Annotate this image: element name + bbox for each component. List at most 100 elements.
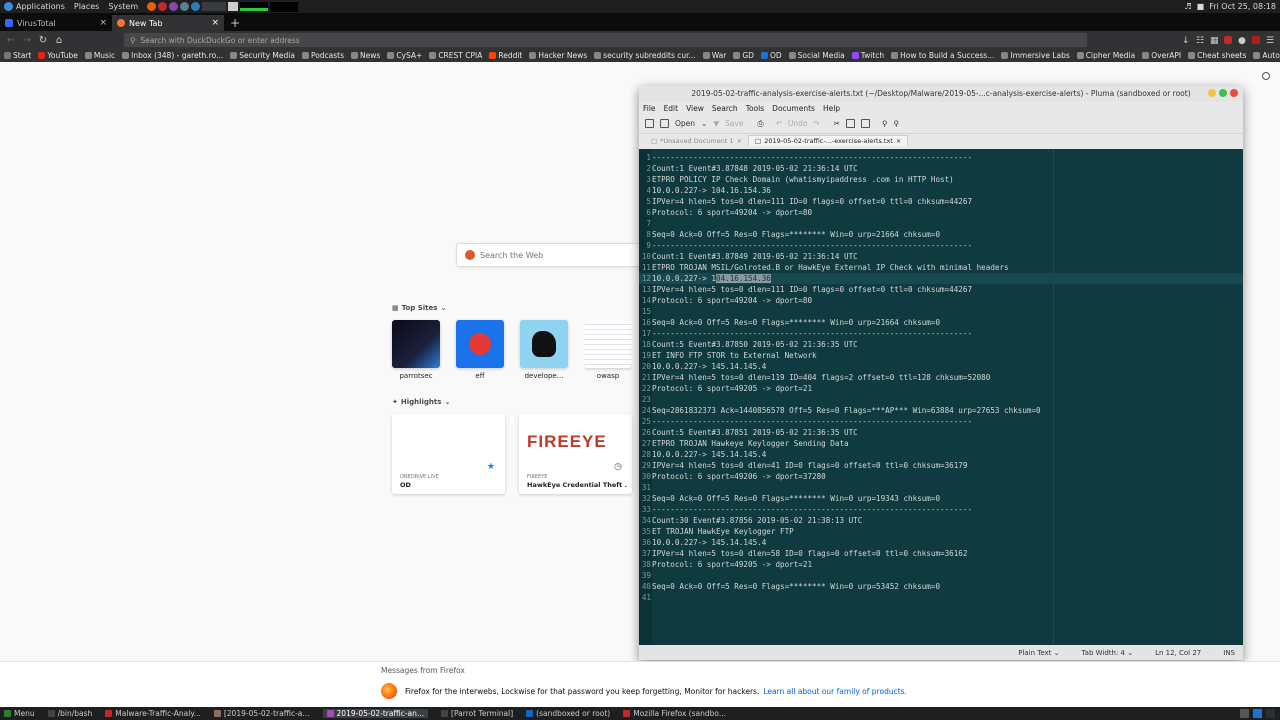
settings-gear-icon[interactable] xyxy=(1262,72,1270,80)
bookmark-item[interactable]: Music xyxy=(84,51,115,60)
doc-tab-unsaved[interactable]: □ *Unsaved Document 1 × xyxy=(645,136,748,146)
tray-icon[interactable] xyxy=(1266,709,1275,718)
tab-virustotal[interactable]: VirusTotal × xyxy=(0,15,112,31)
top-site-owasp[interactable]: owasp xyxy=(584,320,632,380)
open-icon[interactable] xyxy=(660,119,669,128)
cut-icon[interactable]: ✂ xyxy=(834,119,840,128)
app-launcher-icon[interactable] xyxy=(158,2,168,11)
bookmark-item[interactable]: Start xyxy=(4,51,31,60)
window-titlebar[interactable]: 2019-05-02-traffic-analysis-exercise-ale… xyxy=(639,86,1243,102)
menu-documents[interactable]: Documents xyxy=(772,104,815,113)
reload-icon[interactable]: ↻ xyxy=(35,35,51,46)
taskbar-item[interactable]: 2019-05-02-traffic-an... xyxy=(322,709,429,718)
bookmark-item[interactable]: YouTube xyxy=(38,51,78,60)
tab-width-selector[interactable]: Tab Width: 4 ⌄ xyxy=(1082,649,1134,657)
bookmark-item[interactable]: How to Build a Success... xyxy=(891,51,994,60)
open-button[interactable]: Open xyxy=(675,119,695,128)
panel-clock[interactable]: Fri Oct 25, 08:18 xyxy=(1209,2,1276,11)
bookmark-item[interactable]: Social Media xyxy=(788,51,845,60)
paste-icon[interactable] xyxy=(861,119,871,128)
close-icon[interactable]: × xyxy=(737,137,742,145)
bookmark-item[interactable]: News xyxy=(351,51,380,60)
taskbar-item[interactable]: Malware-Traffic-Analy... xyxy=(105,709,201,718)
bookmark-item[interactable]: GD xyxy=(733,51,754,60)
account-icon[interactable]: ● xyxy=(1238,36,1246,46)
replace-icon[interactable]: ⚲ xyxy=(894,119,900,128)
taskbar-item[interactable]: (sandboxed or root) xyxy=(526,709,610,718)
close-window-icon[interactable] xyxy=(1230,89,1238,97)
highlight-card-od[interactable]: ★ ONEDRIVE LIVE OD xyxy=(392,414,505,494)
bookmark-item[interactable]: Reddit xyxy=(489,51,522,60)
top-site-developer[interactable]: develope... xyxy=(520,320,568,380)
top-site-parrotsec[interactable]: parrotsec xyxy=(392,320,440,380)
back-icon[interactable]: ← xyxy=(3,35,19,46)
network-icon[interactable]: ■ xyxy=(1197,2,1205,11)
find-icon[interactable]: ⚲ xyxy=(882,119,888,128)
close-icon[interactable]: × xyxy=(896,137,901,145)
extension-icon[interactable] xyxy=(1252,36,1260,44)
app-launcher-icon[interactable] xyxy=(191,2,201,11)
minimize-icon[interactable] xyxy=(1208,89,1216,97)
menu-icon[interactable]: ☰ xyxy=(1266,36,1274,46)
menu-places[interactable]: Places xyxy=(74,2,99,11)
search-web-input[interactable]: Search the Web xyxy=(456,243,646,267)
home-icon[interactable]: ⌂ xyxy=(51,35,67,46)
menu-system[interactable]: System xyxy=(108,2,138,11)
bookmark-item[interactable]: Inbox (348) - gareth.ro... xyxy=(122,51,223,60)
bookmark-item[interactable]: Automatepdf xyxy=(1253,51,1280,60)
workspace-switcher[interactable] xyxy=(202,2,227,11)
taskbar-item[interactable]: [Parrot Terminal] xyxy=(441,709,513,718)
bookmark-item[interactable]: Immersive Labs xyxy=(1001,51,1070,60)
download-icon[interactable]: ↓ xyxy=(1182,36,1190,46)
menu-applications[interactable]: Applications xyxy=(16,2,65,11)
menu-edit[interactable]: Edit xyxy=(664,104,679,113)
taskbar-item[interactable]: /bin/bash xyxy=(47,709,92,718)
chevron-down-icon[interactable]: ⌄ xyxy=(701,119,707,128)
url-bar[interactable]: ⚲ Search with DuckDuckGo or enter addres… xyxy=(124,33,1087,47)
highlight-card-fireeye[interactable]: FIREEYE ◷ FIREEYE HawkEye Credential The… xyxy=(519,414,632,494)
bookmark-item[interactable]: CySA+ xyxy=(387,51,422,60)
messages-link[interactable]: Learn all about our family of products. xyxy=(763,687,907,696)
bookmark-item[interactable]: Cipher Media xyxy=(1076,51,1135,60)
bookmark-item[interactable]: Cheat sheets xyxy=(1188,51,1246,60)
bookmark-item[interactable]: CREST CPIA xyxy=(429,51,482,60)
bookmark-item[interactable]: War xyxy=(702,51,726,60)
close-icon[interactable]: × xyxy=(211,18,219,28)
syntax-selector[interactable]: Plain Text ⌄ xyxy=(1018,649,1059,657)
forward-icon[interactable]: → xyxy=(19,35,35,46)
maximize-icon[interactable] xyxy=(1219,89,1227,97)
taskbar-item[interactable]: Mozilla Firefox (sandbo... xyxy=(623,709,726,718)
parrot-logo-icon[interactable] xyxy=(4,2,13,11)
library-icon[interactable]: ☷ xyxy=(1196,36,1204,46)
copy-icon[interactable] xyxy=(846,119,856,128)
tray-icon[interactable] xyxy=(1253,709,1262,718)
volume-icon[interactable]: ♬ xyxy=(1184,2,1191,11)
bookmark-item[interactable]: Podcasts xyxy=(301,51,344,60)
tray-icon[interactable] xyxy=(1240,709,1249,718)
new-document-icon[interactable] xyxy=(645,119,654,128)
sidebar-icon[interactable]: ▦ xyxy=(1210,36,1219,46)
bookmark-item[interactable]: Hacker News xyxy=(529,51,587,60)
bookmark-item[interactable]: security subreddits cur... xyxy=(594,51,696,60)
taskbar-item[interactable]: [2019-05-02-traffic-a... xyxy=(213,709,310,718)
workspace-switcher[interactable] xyxy=(228,2,239,11)
menu-tools[interactable]: Tools xyxy=(746,104,764,113)
bookmark-item[interactable]: Twitch xyxy=(851,51,884,60)
print-icon[interactable]: ⎙ xyxy=(758,119,764,129)
menu-file[interactable]: File xyxy=(643,104,656,113)
firefox-launcher-icon[interactable] xyxy=(147,2,157,11)
highlights-heading[interactable]: ✦ Highlights ⌄ xyxy=(392,398,450,406)
close-icon[interactable]: × xyxy=(99,18,107,28)
tab-new-tab[interactable]: New Tab × xyxy=(112,15,224,31)
extension-icon[interactable] xyxy=(1224,36,1232,44)
new-tab-button[interactable]: + xyxy=(230,16,240,30)
menu-search[interactable]: Search xyxy=(712,104,738,113)
doc-tab-alerts[interactable]: □ 2019-05-02-traffic-...-exercise-alerts… xyxy=(748,135,909,146)
start-menu-button[interactable]: Menu xyxy=(4,709,35,718)
app-launcher-icon[interactable] xyxy=(169,2,179,11)
bookmark-item[interactable]: OD xyxy=(760,51,782,60)
menu-help[interactable]: Help xyxy=(823,104,840,113)
app-launcher-icon[interactable] xyxy=(180,2,190,11)
top-sites-heading[interactable]: ▦ Top Sites ⌄ xyxy=(392,304,446,312)
bookmark-item[interactable]: Security Media xyxy=(230,51,295,60)
